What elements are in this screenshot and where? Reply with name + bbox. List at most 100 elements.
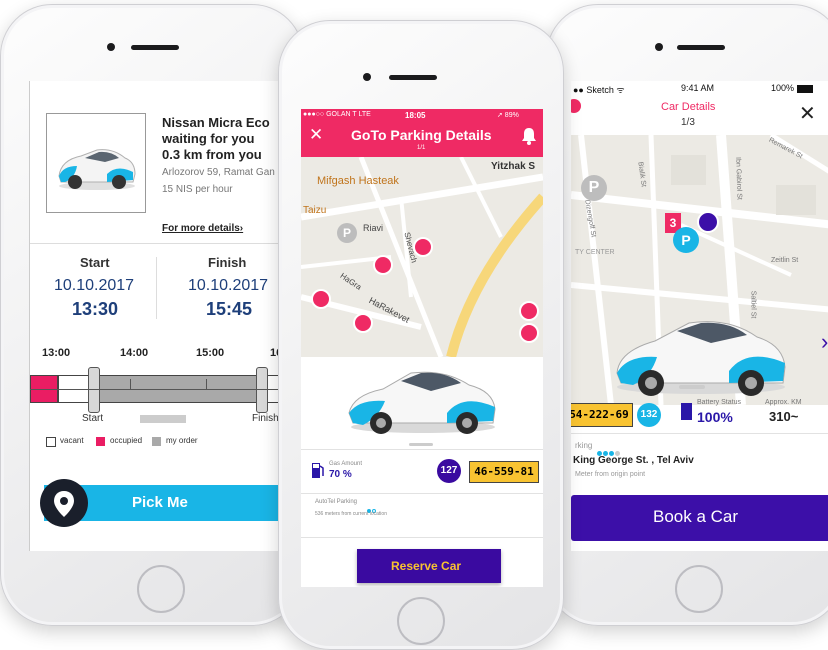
earpiece — [389, 75, 437, 80]
close-icon[interactable]: ✕ — [309, 125, 323, 145]
page-indicator: 1/3 — [681, 117, 695, 128]
legend-vacant: vacant — [60, 436, 84, 445]
location-pin-icon — [54, 491, 74, 517]
left-screen: Nissan Micra Eco waiting for you 0.3 km … — [29, 81, 282, 551]
status-carrier: ●●●○○ GOLAN T LTE — [303, 111, 371, 118]
slider-finish-label: Finish — [252, 413, 279, 424]
hour-label-3: 15:00 — [196, 347, 225, 359]
car-marker[interactable] — [373, 255, 393, 275]
legend-occupied-swatch — [96, 437, 105, 446]
finish-slider-handle[interactable] — [256, 367, 268, 413]
car-image — [58, 149, 136, 190]
finish-time: 15:45 — [206, 299, 253, 319]
start-date: 10.10.2017 — [54, 277, 135, 294]
car-title-line-1: Nissan Micra Eco — [162, 115, 270, 130]
reserve-car-label: Reserve Car — [391, 559, 462, 573]
battery-status-icon — [681, 403, 692, 420]
car-marker[interactable] — [519, 323, 539, 343]
profile-dot[interactable] — [571, 99, 581, 113]
legend-vacant-swatch — [46, 437, 56, 447]
home-button[interactable] — [675, 565, 723, 613]
battery-icon — [797, 85, 813, 93]
parking-marker[interactable]: P — [337, 223, 357, 243]
home-button[interactable] — [397, 597, 445, 645]
header-bar: ●●●○○ GOLAN T LTE 18:05 ➚ 89% ✕ GoTo Par… — [301, 109, 543, 157]
car-image — [348, 371, 496, 434]
hour-label-2: 14:00 — [120, 347, 149, 359]
tick-line — [30, 389, 282, 390]
next-chevron-icon[interactable]: › — [821, 329, 828, 355]
car-price: 15 NIS per hour — [162, 184, 233, 195]
status-time: 18:05 — [405, 111, 426, 120]
screen-title: Car Details — [661, 101, 716, 113]
timeline-bar[interactable] — [30, 365, 282, 415]
car-address: Arlozorov 59, Ramat Gan — [162, 167, 275, 178]
finish-date: 10.10.2017 — [188, 277, 269, 294]
map-label-ibn-gabirol: Ibn Gabirol St — [734, 156, 743, 201]
divider — [571, 433, 828, 434]
status-carrier: ●● Sketch ᯤ — [573, 85, 625, 95]
slider-start-label: Start — [82, 413, 104, 424]
map-label-zeitlin: Zeitlin St — [771, 257, 799, 264]
map-view[interactable]: Yitzhak S Mifgash Hasteak Taizu Riavi Sh… — [301, 157, 543, 357]
finish-label: Finish — [208, 255, 247, 270]
map-label-center: TY CENTER — [575, 249, 615, 256]
car-hero-image — [345, 357, 501, 437]
start-label: Start — [80, 255, 110, 270]
status-time: 9:41 AM — [681, 83, 715, 93]
car-title-line-3: 0.3 km from you — [162, 147, 262, 162]
more-details-link[interactable]: For more details› — [162, 223, 243, 234]
map-label-taizu: Taizu — [303, 205, 327, 216]
map-streets — [301, 157, 543, 357]
parking-label: rking — [575, 441, 593, 450]
legend-occupied: occupied — [110, 436, 143, 445]
parking-distance: 536 meters from current location — [315, 511, 387, 517]
status-battery: ➚ 89% — [497, 112, 519, 119]
gray-pill — [140, 415, 186, 423]
reserve-car-button[interactable]: Reserve Car — [357, 549, 501, 583]
car-marker[interactable] — [519, 301, 539, 321]
left-phone: Nissan Micra Eco waiting for you 0.3 km … — [0, 4, 304, 626]
car-thumbnail[interactable] — [46, 113, 146, 213]
parking-label: AutoTel Parking — [315, 499, 358, 505]
car-address: King George St. , Tel Aviv — [573, 455, 694, 466]
location-pin-button[interactable] — [40, 479, 88, 527]
divider — [30, 243, 282, 244]
home-button[interactable] — [137, 565, 185, 613]
page-indicator: 1/1 — [417, 145, 426, 151]
close-icon[interactable]: ✕ — [799, 101, 816, 126]
status-battery: 100% — [771, 83, 795, 93]
front-camera — [107, 43, 115, 51]
car-marker[interactable] — [413, 237, 433, 257]
tick — [206, 379, 207, 389]
book-car-label: Book a Car — [653, 507, 739, 526]
charger-marker[interactable] — [697, 211, 719, 233]
center-screen: ●●●○○ GOLAN T LTE 18:05 ➚ 89% ✕ GoTo Par… — [301, 109, 543, 587]
approx-km-label: Approx. KM — [765, 399, 802, 406]
pick-me-label: Pick Me — [132, 494, 188, 511]
car-number-badge: 127 — [437, 459, 461, 483]
drag-handle[interactable] — [679, 385, 705, 389]
bell-icon[interactable] — [521, 127, 537, 145]
legend-order: my order — [166, 436, 198, 445]
start-slider-handle[interactable] — [88, 367, 100, 413]
gas-amount-value: 70 % — [329, 469, 352, 480]
battery-status-label: Battery Status — [697, 399, 741, 406]
hour-label-1: 13:00 — [42, 347, 71, 359]
address-sub: Meter from origin point — [575, 471, 646, 478]
car-marker[interactable] — [311, 289, 331, 309]
car-cluster-marker[interactable]: P — [673, 227, 699, 253]
car-marker[interactable] — [353, 313, 373, 333]
time-divider — [156, 257, 157, 319]
gas-pump-icon — [312, 463, 324, 478]
license-plate: 54-222-69 — [571, 403, 633, 427]
legend-order-swatch — [152, 437, 161, 446]
drag-handle[interactable] — [409, 443, 433, 446]
book-car-button[interactable]: Book a Car — [571, 495, 828, 541]
start-time: 13:30 — [72, 299, 119, 319]
earpiece — [677, 45, 725, 50]
divider — [301, 493, 543, 494]
parking-marker[interactable]: P — [581, 175, 607, 201]
license-plate: 46-559-81 — [469, 461, 539, 483]
center-phone: ●●●○○ GOLAN T LTE 18:05 ➚ 89% ✕ GoTo Par… — [278, 20, 564, 650]
